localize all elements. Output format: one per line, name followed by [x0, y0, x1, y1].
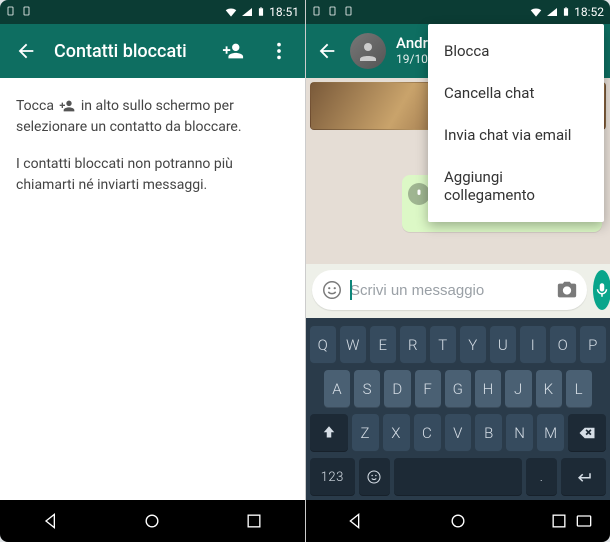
- key-n[interactable]: N: [506, 414, 533, 452]
- key-backspace[interactable]: [568, 414, 606, 452]
- battery-icon: [561, 5, 571, 19]
- key-g[interactable]: G: [445, 370, 471, 408]
- wifi-icon: [529, 5, 543, 19]
- key-i[interactable]: I: [520, 326, 546, 364]
- key-row: 123 .: [310, 458, 606, 496]
- clock-text: 18:51: [269, 5, 299, 19]
- menu-item-add-shortcut[interactable]: Aggiungi collegamento: [428, 156, 604, 216]
- clock-text: 18:52: [574, 5, 604, 19]
- battery-icon: [256, 5, 266, 19]
- key-l[interactable]: L: [566, 370, 592, 408]
- nav-back-ime[interactable]: [337, 501, 377, 541]
- key-z[interactable]: Z: [352, 414, 379, 452]
- overflow-menu: Blocca Cancella chat Invia chat via emai…: [428, 24, 604, 222]
- menu-item-email-chat[interactable]: Invia chat via email: [428, 114, 604, 156]
- key-shift[interactable]: [310, 414, 348, 452]
- nav-recent[interactable]: [234, 501, 274, 541]
- key-o[interactable]: O: [550, 326, 576, 364]
- nav-back[interactable]: [31, 501, 71, 541]
- wifi-icon: [224, 5, 238, 19]
- key-emoji[interactable]: [359, 458, 391, 496]
- key-row: ZXCVBNM: [310, 414, 606, 452]
- nav-home[interactable]: [132, 501, 172, 541]
- key-v[interactable]: V: [445, 414, 472, 452]
- voice-send-button[interactable]: [593, 270, 610, 310]
- key-y[interactable]: Y: [460, 326, 486, 364]
- nav-home[interactable]: [438, 501, 478, 541]
- composer: [306, 264, 610, 318]
- key-e[interactable]: E: [370, 326, 396, 364]
- key-m[interactable]: M: [537, 414, 564, 452]
- key-c[interactable]: C: [414, 414, 441, 452]
- key-t[interactable]: T: [430, 326, 456, 364]
- overflow-button[interactable]: [261, 33, 297, 69]
- key-j[interactable]: J: [505, 370, 531, 408]
- signal-icon: [241, 6, 253, 18]
- key-h[interactable]: H: [475, 370, 501, 408]
- screenshot-icon: [312, 6, 324, 18]
- key-u[interactable]: U: [490, 326, 516, 364]
- keyboard[interactable]: QWERTYUIOP ASDFGHJKL ZXCVBNM 123 .: [306, 318, 610, 500]
- nav-ime-switch[interactable]: [564, 501, 604, 541]
- help-text-2: I contatti bloccati non potranno più chi…: [16, 154, 289, 196]
- key-row: QWERTYUIOP: [310, 326, 606, 364]
- key-a[interactable]: A: [324, 370, 350, 408]
- key-x[interactable]: X: [383, 414, 410, 452]
- compose-box: [312, 270, 587, 310]
- menu-item-block[interactable]: Blocca: [428, 30, 604, 72]
- key-enter[interactable]: [561, 458, 606, 496]
- phone-left: 18:51 Contatti bloccati Tocca in alto su…: [0, 0, 305, 542]
- compose-input[interactable]: [350, 278, 549, 303]
- key-d[interactable]: D: [384, 370, 410, 408]
- nav-bar: [306, 500, 610, 542]
- page-title: Contatti bloccati: [54, 41, 205, 62]
- screenshot-icon: [328, 6, 340, 18]
- key-k[interactable]: K: [536, 370, 562, 408]
- menu-item-clear-chat[interactable]: Cancella chat: [428, 72, 604, 114]
- key-s[interactable]: S: [354, 370, 380, 408]
- add-person-inline-icon: [59, 98, 75, 114]
- back-button[interactable]: [8, 33, 44, 69]
- screenshot-icon: [22, 6, 34, 18]
- key-space[interactable]: [394, 458, 521, 496]
- mic-avatar-icon: [408, 183, 430, 205]
- phone-right: 18:52 Andrea 19/10/2015, 19… 19 OTT: [305, 0, 610, 542]
- app-bar: Contatti bloccati: [0, 24, 305, 78]
- avatar[interactable]: [350, 33, 386, 69]
- key-p[interactable]: P: [580, 326, 606, 364]
- camera-button[interactable]: [555, 278, 579, 302]
- emoji-button[interactable]: [320, 278, 344, 302]
- help-text-1: Tocca in alto sullo schermo per selezion…: [16, 96, 289, 138]
- key-row: ASDFGHJKL: [310, 370, 606, 408]
- status-bar: 18:51: [0, 0, 305, 24]
- key-b[interactable]: B: [475, 414, 502, 452]
- key-period[interactable]: .: [526, 458, 558, 496]
- status-bar: 18:52: [306, 0, 610, 24]
- nav-bar: [0, 500, 305, 542]
- screenshot-icon: [6, 6, 18, 18]
- signal-icon: [546, 6, 558, 18]
- key-r[interactable]: R: [400, 326, 426, 364]
- content: Tocca in alto sullo schermo per selezion…: [0, 78, 305, 214]
- screenshot-icon: [344, 6, 356, 18]
- back-button[interactable]: [314, 33, 340, 69]
- key-w[interactable]: W: [340, 326, 366, 364]
- key-q[interactable]: Q: [310, 326, 336, 364]
- key-f[interactable]: F: [415, 370, 441, 408]
- add-contact-button[interactable]: [215, 33, 251, 69]
- key-numbers[interactable]: 123: [310, 458, 355, 496]
